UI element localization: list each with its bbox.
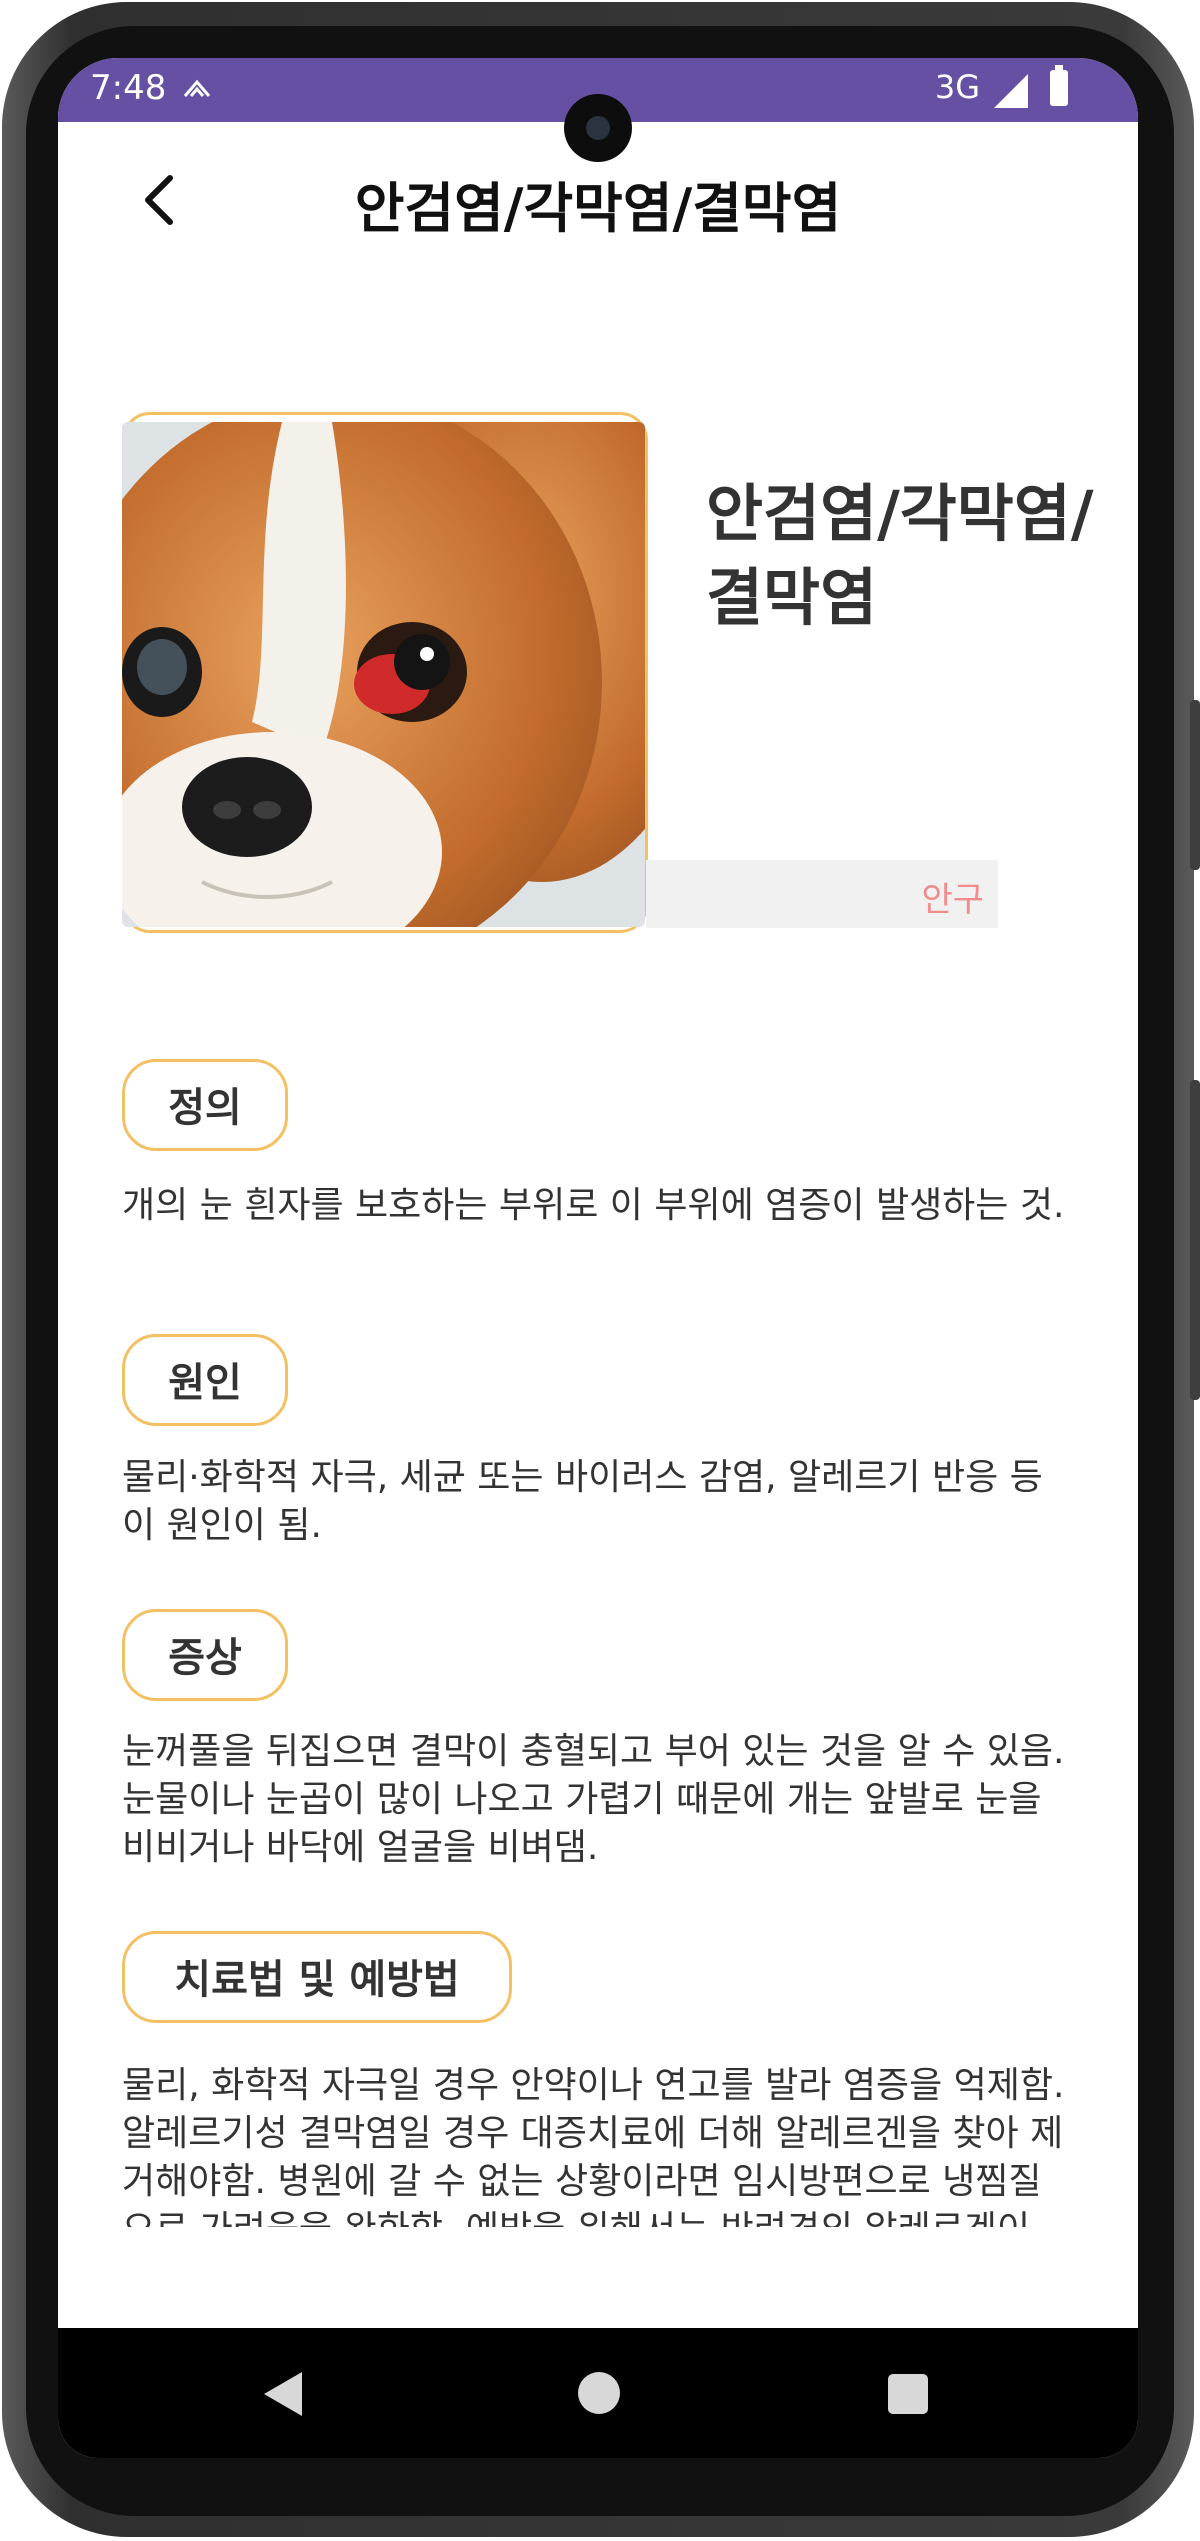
section-chip-symptom: 증상 [122,1609,288,1701]
page-title: 안검염/각막염/결막염 [354,177,842,240]
section-chip-definition: 정의 [122,1059,288,1151]
disease-name: 안검염/각막염/결막염 [706,477,1094,634]
signal-icon [994,74,1028,108]
section-chip-treatment: 치료법 및 예방법 [122,1931,512,2023]
system-nav-bar [58,2328,1138,2458]
power-button [1190,1080,1200,1400]
camera-cutout [564,94,632,162]
battery-icon [1050,65,1068,106]
section-text-treatment: 물리, 화학적 자극일 경우 안약이나 연고를 발라 염증을 억제함. 알레르기… [122,2065,1065,2227]
category-label: 안구 [921,880,984,920]
screen: 7:48 3G 안검염/각막염/결막염 안검염/각막염/결막염 안구 정의 개의… [58,58,1138,2458]
device: 7:48 3G 안검염/각막염/결막염 안검염/각막염/결막염 안구 정의 개의… [0,0,1200,2541]
status-time: 7:48 [90,68,167,108]
section-chip-cause: 원인 [122,1334,288,1426]
content-scroll[interactable]: 안검염/각막염/결막염 안구 정의 개의 눈 흰자를 보호하는 부위로 이 부위… [58,262,1138,2227]
volume-button [1190,700,1200,870]
nav-home-icon[interactable] [578,2372,620,2414]
network-type: 3G [934,68,980,106]
disease-photo [122,422,645,927]
notification-icon [182,78,212,102]
category-badge: 안구 [646,860,998,928]
section-text-symptom: 눈꺼풀을 뒤집으면 결막이 충혈되고 부어 있는 것을 알 수 있음. 눈물이나… [122,1731,1065,1868]
section-text-definition: 개의 눈 흰자를 보호하는 부위로 이 부위에 염증이 발생하는 것. [122,1185,1065,1226]
section-text-cause: 물리·화학적 자극, 세균 또는 바이러스 감염, 알레르기 반응 등이 원인이… [122,1457,1043,1546]
nav-back-icon[interactable] [264,2372,302,2416]
nav-recents-icon[interactable] [888,2374,928,2414]
